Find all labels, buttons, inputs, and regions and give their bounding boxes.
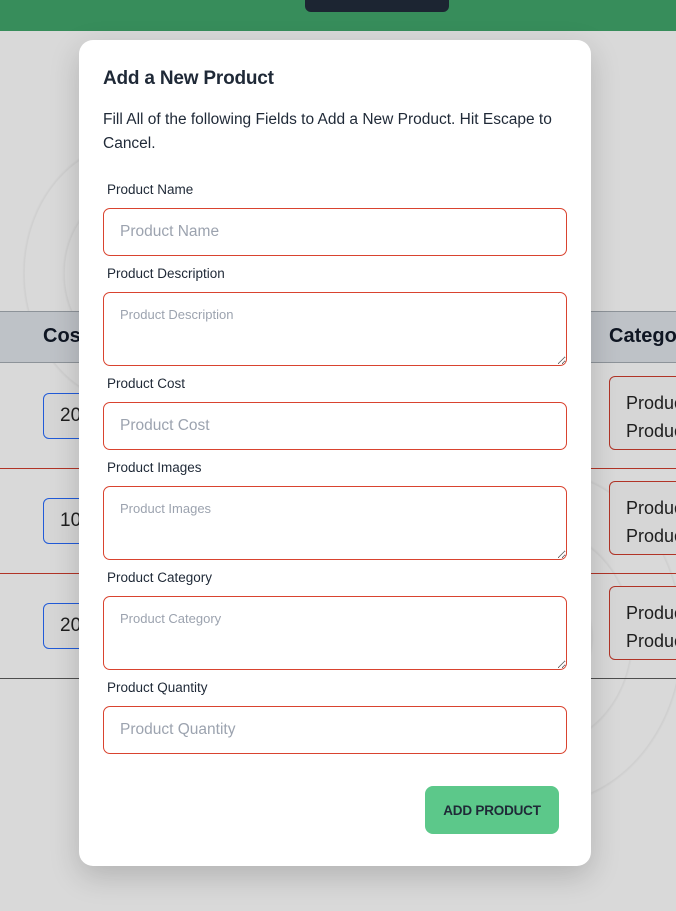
product-quantity-label: Product Quantity bbox=[107, 680, 208, 695]
product-name-label: Product Name bbox=[107, 182, 194, 197]
add-product-modal: Add a New Product Fill All of the follow… bbox=[79, 40, 591, 866]
product-description-label: Product Description bbox=[107, 266, 225, 281]
product-images-input[interactable] bbox=[103, 486, 567, 560]
product-name-input[interactable] bbox=[103, 208, 567, 256]
add-product-button[interactable]: ADD PRODUCT bbox=[425, 786, 559, 834]
modal-title: Add a New Product bbox=[103, 68, 274, 89]
product-images-label: Product Images bbox=[107, 460, 202, 475]
product-description-input[interactable] bbox=[103, 292, 567, 366]
product-cost-input[interactable] bbox=[103, 402, 567, 450]
product-category-label: Product Category bbox=[107, 570, 213, 585]
product-quantity-input[interactable] bbox=[103, 706, 567, 754]
product-cost-label: Product Cost bbox=[107, 376, 186, 391]
modal-description: Fill All of the following Fields to Add … bbox=[103, 111, 552, 152]
product-category-input[interactable] bbox=[103, 596, 567, 670]
